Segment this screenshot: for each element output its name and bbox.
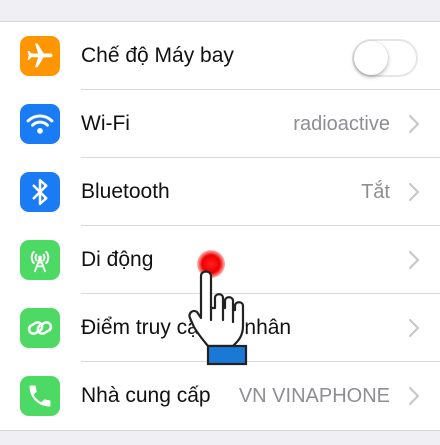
airplane-mode-toggle[interactable]: [352, 39, 418, 77]
settings-list: Chế độ Máy bay Wi-Fi radioactive Bluetoo: [0, 21, 440, 431]
pointing-hand-icon: [188, 270, 248, 366]
chevron-right-icon: [408, 182, 420, 202]
cellular-antenna-icon: [20, 240, 60, 280]
carrier-name: VN VINAPHONE: [238, 385, 390, 407]
cellular-label: Di động: [81, 248, 154, 271]
chevron-right-icon: [408, 250, 420, 270]
chevron-right-icon: [408, 318, 420, 338]
carrier-row[interactable]: Nhà cung cấp VN VINAPHONE: [0, 362, 440, 430]
toggle-knob: [354, 41, 388, 75]
personal-hotspot-label: Điểm truy cập cá nhân: [81, 316, 292, 339]
wifi-label: Wi-Fi: [81, 112, 130, 135]
chevron-right-icon: [408, 386, 420, 406]
wifi-row[interactable]: Wi-Fi radioactive: [0, 90, 440, 158]
airplane-mode-row[interactable]: Chế độ Máy bay: [0, 22, 440, 90]
wifi-network-name: radioactive: [293, 113, 390, 135]
airplane-mode-label: Chế độ Máy bay: [81, 44, 234, 67]
carrier-label: Nhà cung cấp: [81, 384, 211, 407]
airplane-icon: [20, 36, 60, 76]
hotspot-link-icon: [20, 308, 60, 348]
chevron-right-icon: [408, 114, 420, 134]
wifi-icon: [20, 104, 60, 144]
phone-icon: [20, 376, 60, 416]
bluetooth-icon: [20, 172, 60, 212]
bluetooth-status: Tắt: [361, 181, 390, 203]
bluetooth-label: Bluetooth: [81, 180, 170, 203]
bluetooth-row[interactable]: Bluetooth Tắt: [0, 158, 440, 226]
